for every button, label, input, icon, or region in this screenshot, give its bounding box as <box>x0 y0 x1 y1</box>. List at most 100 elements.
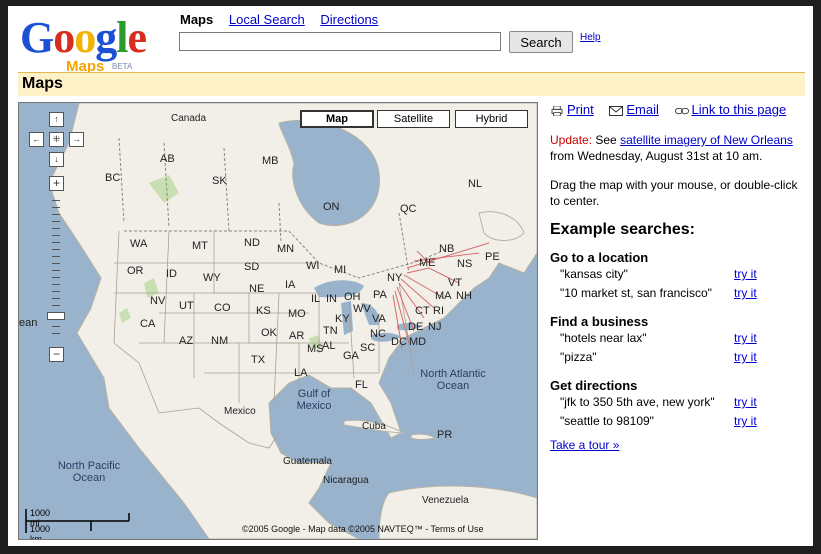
pan-down-button[interactable]: ↓ <box>49 152 64 167</box>
example-query: "jfk to 350 5th ave, new york" <box>560 395 715 409</box>
search-input[interactable] <box>179 32 501 51</box>
pan-left-button[interactable]: ← <box>29 132 44 147</box>
map-label-ocean-edge: ean <box>19 317 38 329</box>
try-it-link[interactable]: try it <box>734 284 757 303</box>
update-post-text: from Wednesday, August 31st at 10 am. <box>550 149 763 163</box>
map-type-satellite-button[interactable]: Satellite <box>377 110 450 128</box>
map-label-in: IN <box>326 293 337 305</box>
map-label-mb: MB <box>262 155 279 167</box>
map-label-ok: OK <box>261 327 277 339</box>
help-link[interactable]: Help <box>580 32 601 43</box>
map-label-nv: NV <box>150 295 166 307</box>
map-label-nb: NB <box>439 243 455 255</box>
map-label-ar: AR <box>289 330 305 342</box>
toolbar-links: Print Email Link to this page <box>550 102 810 120</box>
map-label-nm: NM <box>211 335 229 347</box>
example-row: "10 market st, san francisco" try it <box>550 284 810 303</box>
map-label-mi: MI <box>334 264 347 276</box>
map-viewport[interactable]: Map Satellite Hybrid ↑ ← ⁜ → ↓ + − Canad… <box>18 102 538 540</box>
map-label-oh: OH <box>344 291 361 303</box>
map-label-nc: NC <box>370 328 386 340</box>
pan-center-button[interactable]: ⁜ <box>49 132 64 147</box>
zoom-in-button[interactable]: + <box>49 176 64 191</box>
pan-up-button[interactable]: ↑ <box>49 112 64 127</box>
map-label-canada: Canada <box>171 113 207 124</box>
map-label-or: OR <box>127 265 144 277</box>
map-label-ns: NS <box>457 258 473 270</box>
logo-wordmark: Google <box>20 13 147 62</box>
try-it-link[interactable]: try it <box>734 412 757 431</box>
take-a-tour-link[interactable]: Take a tour » <box>550 438 810 452</box>
map-label-de: DE <box>408 321 424 333</box>
map-label-il: IL <box>311 293 321 305</box>
try-it-link[interactable]: try it <box>734 265 757 284</box>
pan-right-button[interactable]: → <box>69 132 84 147</box>
map-label-wv: WV <box>353 303 371 315</box>
try-it-link[interactable]: try it <box>734 329 757 348</box>
printer-icon <box>551 105 563 116</box>
map-type-hybrid-button[interactable]: Hybrid <box>455 110 528 128</box>
map-label-va: VA <box>372 313 386 325</box>
map-label-md: MD <box>409 336 427 348</box>
map-label-ma: MA <box>435 290 452 302</box>
drag-instructions: Drag the map with your mouse, or double-… <box>550 178 798 208</box>
try-it-link[interactable]: try it <box>734 348 757 367</box>
map-label-wi: WI <box>306 260 320 272</box>
map-label-ri: RI <box>433 305 444 317</box>
map-label-ga: GA <box>343 350 359 362</box>
map-label-nl: NL <box>468 178 483 190</box>
map-label-ky: KY <box>335 313 350 325</box>
side-panel: Print Email Link to this page Update: Se… <box>550 102 810 452</box>
example-row: "jfk to 350 5th ave, new york" try it <box>550 393 810 412</box>
map-label-ne: NE <box>249 283 265 295</box>
update-notice: Update: See satellite imagery of New Orl… <box>550 132 810 164</box>
new-orleans-imagery-link[interactable]: satellite imagery of New Orleans <box>620 133 793 147</box>
email-link[interactable]: Email <box>626 102 659 117</box>
map-label-fl: FL <box>355 379 368 391</box>
map-label-nh: NH <box>456 290 472 302</box>
map-label-nd: ND <box>244 237 260 249</box>
zoom-slider-handle[interactable] <box>47 312 65 320</box>
example-row: "seattle to 98109" try it <box>550 412 810 431</box>
zoom-out-button[interactable]: − <box>49 347 64 362</box>
example-row: "kansas city" try it <box>550 265 810 284</box>
map-label-north-pacific: North Pacific Ocean <box>57 460 121 484</box>
example-query: "pizza" <box>560 350 597 364</box>
map-label-bc: BC <box>105 172 121 184</box>
map-label-ut: UT <box>179 300 194 312</box>
top-nav: Maps Local Search Directions <box>180 12 390 27</box>
title-bar: Maps <box>18 72 805 96</box>
map-type-map-button[interactable]: Map <box>300 110 374 128</box>
map-label-pr: PR <box>437 429 453 441</box>
page-title: Maps <box>22 75 63 92</box>
logo-beta-text: BETA <box>112 62 133 71</box>
map-label-mt: MT <box>192 240 208 252</box>
link-to-page[interactable]: Link to this page <box>692 102 787 117</box>
try-it-link[interactable]: try it <box>734 393 757 412</box>
map-label-pa: PA <box>373 289 387 301</box>
example-query: "kansas city" <box>560 267 628 281</box>
map-label-sk: SK <box>212 175 227 187</box>
map-label-gulf-of-mexico: Gulf of Mexico <box>296 388 332 412</box>
map-label-ks: KS <box>256 305 271 317</box>
update-label: Update: <box>550 133 593 147</box>
map-label-ia: IA <box>285 279 296 291</box>
map-label-mo: MO <box>288 308 306 320</box>
map-label-az: AZ <box>179 335 194 347</box>
chain-link-icon <box>674 107 689 114</box>
map-label-la: LA <box>294 367 308 379</box>
map-label-north-atlantic: North Atlantic Ocean <box>420 368 486 392</box>
print-link[interactable]: Print <box>567 102 594 117</box>
map-label-tn: TN <box>323 325 338 337</box>
examples-heading: Example searches: <box>550 221 695 238</box>
map-copyright: ©2005 Google - Map data ©2005 NAVTEQ™ - … <box>242 524 484 534</box>
google-maps-logo[interactable]: Google Maps BETA <box>20 13 170 76</box>
search-button[interactable]: Search <box>509 31 573 53</box>
map-label-wy: WY <box>203 272 221 284</box>
nav-directions[interactable]: Directions <box>320 12 378 27</box>
map-label-co: CO <box>214 302 231 314</box>
map-label-nj: NJ <box>428 321 442 333</box>
nav-local-search[interactable]: Local Search <box>229 12 305 27</box>
example-group-heading-business: Find a business <box>550 314 649 329</box>
map-label-ny: NY <box>387 272 403 284</box>
